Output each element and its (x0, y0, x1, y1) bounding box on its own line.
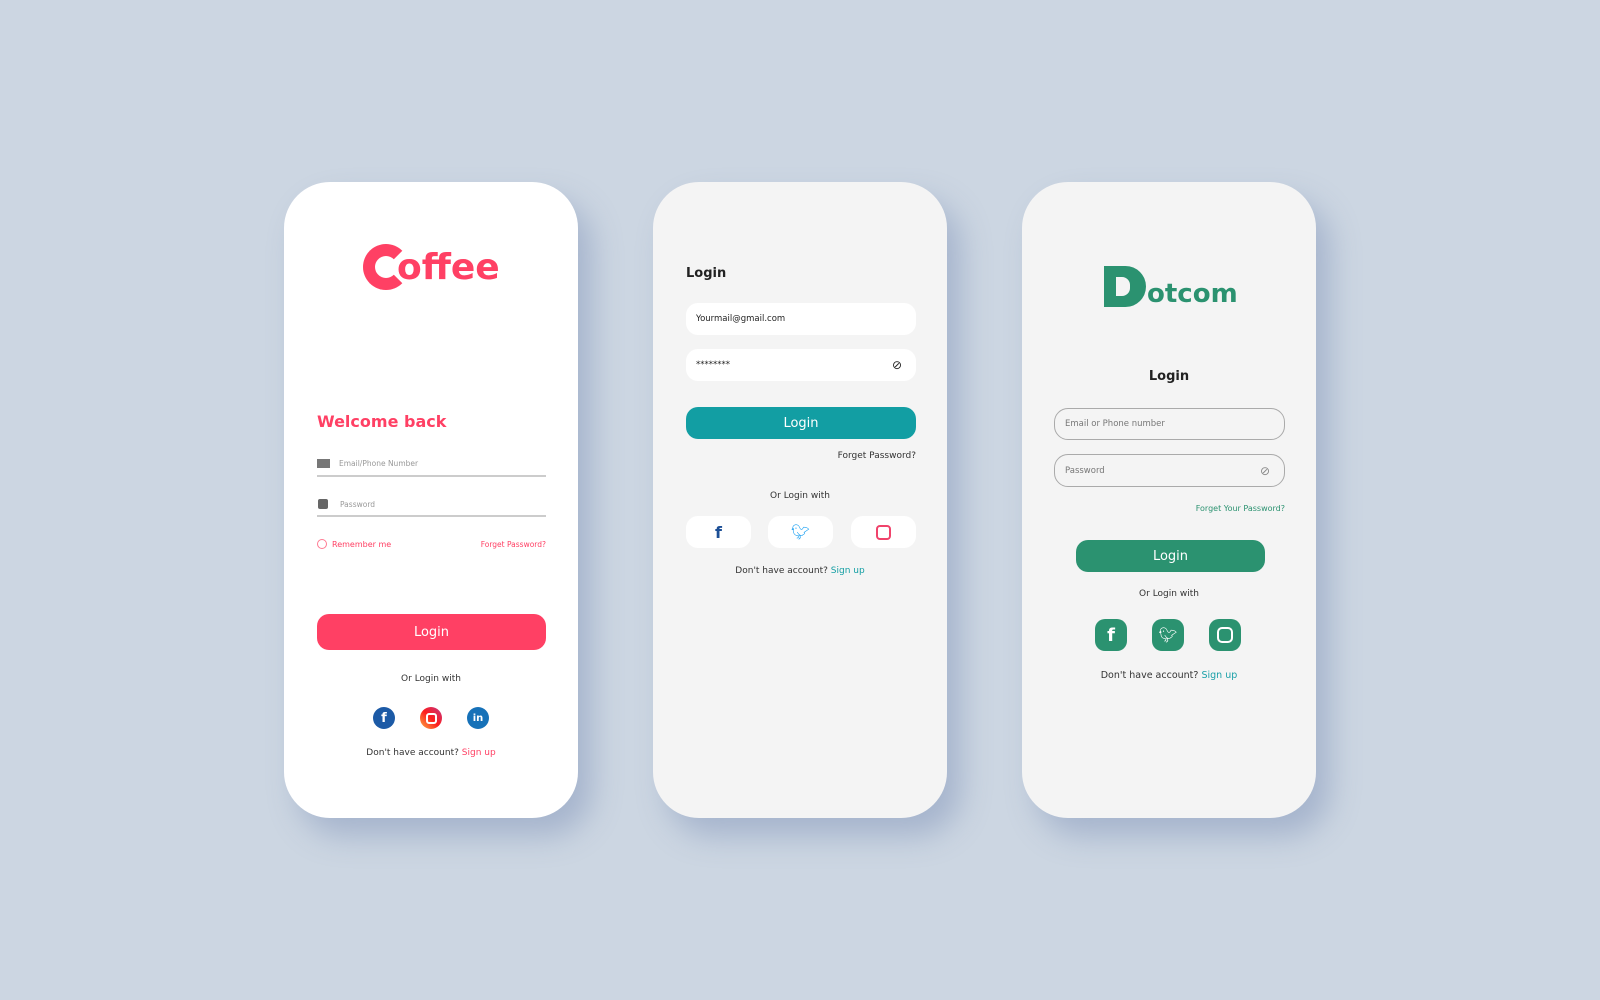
linkedin-icon[interactable]: in (467, 707, 489, 729)
facebook-icon[interactable]: f (1095, 619, 1127, 651)
instagram-icon (876, 524, 891, 540)
login-title: Login (1148, 369, 1190, 384)
instagram-icon[interactable] (1209, 619, 1241, 651)
signup-prompt: Don't have account? Sign up (1022, 670, 1316, 681)
signup-link[interactable]: Sign up (462, 748, 496, 758)
no-account-text: Don't have account? (735, 566, 828, 576)
password-placeholder: Password (1065, 465, 1105, 476)
signup-prompt: Don't have account? Sign up (653, 566, 947, 576)
email-input[interactable]: Yourmail@gmail.com (686, 303, 916, 335)
eye-slash-icon[interactable]: ⊘ (1260, 464, 1270, 478)
eye-slash-icon[interactable]: ⊘ (892, 358, 902, 372)
login-button[interactable]: Login (686, 407, 916, 439)
email-field[interactable]: Email/Phone Number (317, 452, 546, 477)
or-login-with: Or Login with (401, 674, 461, 684)
dotcom-login-screen: otcom Login Email or Phone number Passwo… (1022, 182, 1316, 818)
forgot-password-link[interactable]: Forget Password? (481, 540, 546, 549)
signup-prompt: Don't have account? Sign up (284, 748, 578, 758)
facebook-icon: f (715, 522, 722, 542)
password-input[interactable]: Password ⊘ (1054, 454, 1285, 487)
welcome-heading: Welcome back (317, 412, 447, 431)
coffee-login-screen: offee Welcome back Email/Phone Number Pa… (284, 182, 578, 818)
twitter-icon: 🐦︎ (790, 523, 811, 541)
envelope-icon (317, 459, 330, 468)
facebook-button[interactable]: f (686, 516, 751, 548)
radio-icon (317, 539, 327, 549)
remember-me-checkbox[interactable]: Remember me (317, 539, 391, 549)
password-field[interactable]: Password (317, 493, 546, 517)
email-placeholder: Email/Phone Number (339, 459, 419, 468)
signup-link[interactable]: Sign up (1201, 670, 1237, 681)
no-account-text: Don't have account? (366, 748, 459, 758)
facebook-icon[interactable]: f (373, 707, 395, 729)
instagram-button[interactable] (851, 516, 916, 548)
login-button[interactable]: Login (317, 614, 546, 650)
twitter-icon[interactable]: 🐦︎ (1152, 619, 1184, 651)
login-title: Login (686, 266, 727, 281)
remember-label: Remember me (332, 539, 392, 549)
dotcom-logo: otcom (1104, 266, 1238, 307)
signup-link[interactable]: Sign up (831, 566, 865, 576)
no-account-text: Don't have account? (1100, 670, 1199, 681)
instagram-icon[interactable] (420, 707, 442, 729)
twitter-button[interactable]: 🐦︎ (768, 516, 833, 548)
teal-login-screen: Login Yourmail@gmail.com ******** ⊘ Logi… (653, 182, 947, 818)
lock-icon (318, 499, 328, 509)
password-value: ******** (696, 360, 730, 370)
or-login-with: Or Login with (1139, 589, 1199, 599)
coffee-logo: offee (363, 244, 500, 290)
login-button[interactable]: Login (1076, 540, 1265, 572)
email-input[interactable]: Email or Phone number (1054, 408, 1285, 440)
password-input[interactable]: ******** ⊘ (686, 349, 916, 381)
forgot-password-link[interactable]: Forget Your Password? (1196, 504, 1285, 513)
password-placeholder: Password (340, 499, 376, 509)
forgot-password-link[interactable]: Forget Password? (838, 451, 916, 461)
or-login-with: Or Login with (770, 491, 830, 501)
